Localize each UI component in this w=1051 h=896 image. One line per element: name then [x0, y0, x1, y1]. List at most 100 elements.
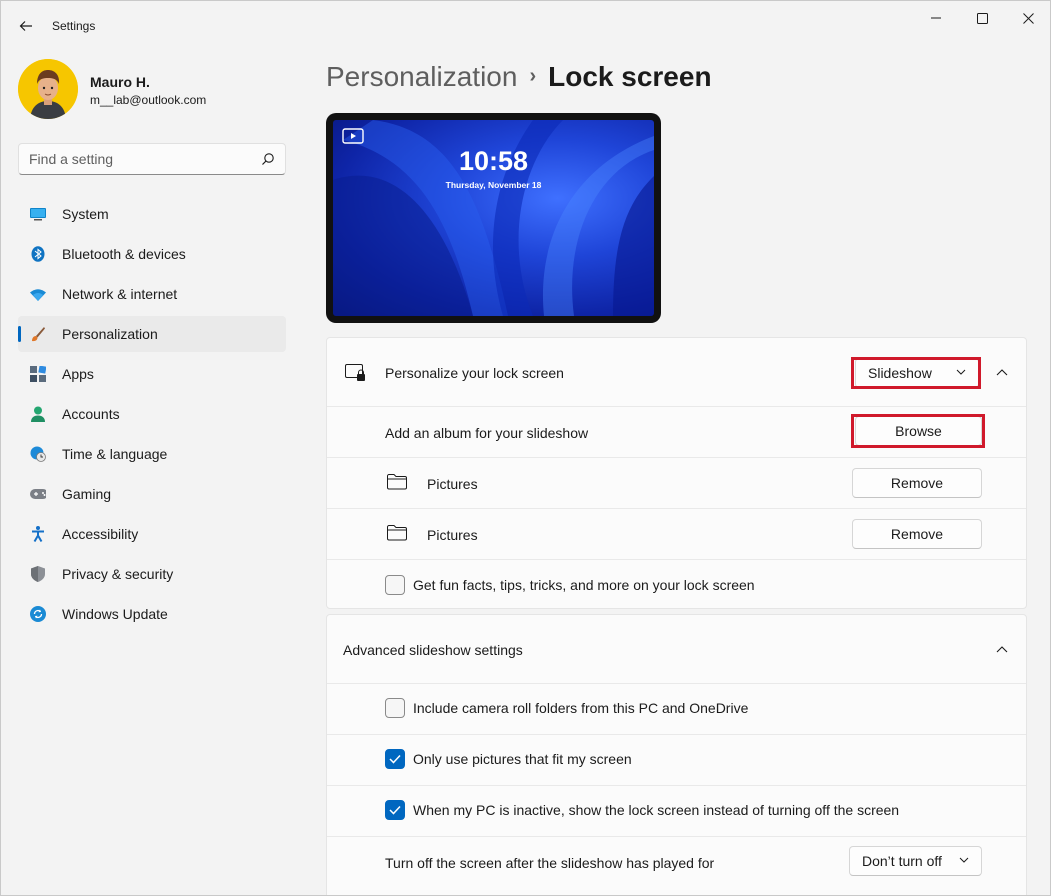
turn-off-screen-label: Turn off the screen after the slideshow …: [385, 855, 715, 871]
sidebar-item-system[interactable]: System: [18, 196, 286, 232]
folder-name: Pictures: [427, 476, 478, 492]
remove-folder-button[interactable]: Remove: [852, 468, 982, 498]
fit-screen-row: Only use pictures that fit my screen: [327, 734, 1026, 785]
camera-roll-row: Include camera roll folders from this PC…: [327, 683, 1026, 734]
sidebar-item-label: Accessibility: [62, 526, 139, 542]
sidebar-item-accounts[interactable]: Accounts: [18, 396, 286, 432]
avatar: [18, 59, 78, 119]
advanced-slideshow-card: Advanced slideshow settings Include came…: [326, 614, 1027, 895]
sidebar-item-network[interactable]: Network & internet: [18, 276, 286, 312]
highlight-box: [851, 414, 985, 448]
maximize-icon: [976, 12, 988, 24]
bluetooth-icon: [30, 246, 46, 262]
sidebar-item-label: Privacy & security: [62, 566, 174, 582]
user-profile[interactable]: Mauro H. m__lab@outlook.com: [18, 59, 288, 121]
fun-facts-label: Get fun facts, tips, tricks, and more on…: [413, 577, 755, 593]
sidebar-item-label: Bluetooth & devices: [62, 246, 186, 262]
update-icon: [30, 606, 46, 622]
fun-facts-row: Get fun facts, tips, tricks, and more on…: [327, 559, 1026, 610]
sidebar-item-label: Network & internet: [62, 286, 178, 302]
sidebar-item-label: System: [62, 206, 109, 222]
sidebar-item-label: Apps: [62, 366, 94, 382]
sidebar-item-accessibility[interactable]: Accessibility: [18, 516, 286, 552]
collapse-advanced-button[interactable]: [992, 639, 1012, 659]
chevron-up-icon: [996, 645, 1008, 652]
accessibility-icon: [30, 526, 46, 542]
fun-facts-checkbox[interactable]: [385, 575, 405, 595]
breadcrumb: Personalization › Lock screen: [326, 61, 712, 93]
fit-screen-checkbox[interactable]: [385, 749, 405, 769]
inactive-lock-row: When my PC is inactive, show the lock sc…: [327, 785, 1026, 836]
wifi-icon: [30, 286, 46, 302]
breadcrumb-parent-link[interactable]: Personalization: [326, 61, 517, 92]
sidebar-item-apps[interactable]: Apps: [18, 356, 286, 392]
folder-icon: [387, 525, 407, 541]
slideshow-icon: [342, 128, 364, 144]
globe-clock-icon: [30, 446, 46, 462]
sidebar-item-windows-update[interactable]: Windows Update: [18, 596, 286, 632]
gamepad-icon: [30, 486, 46, 502]
breadcrumb-separator: ›: [529, 65, 537, 87]
album-folder-row: Pictures Remove: [327, 457, 1026, 508]
app-title: Settings: [52, 19, 96, 33]
chevron-up-icon: [996, 368, 1008, 375]
inactive-lock-checkbox[interactable]: [385, 800, 405, 820]
folder-name: Pictures: [427, 527, 478, 543]
personalize-lock-screen-label: Personalize your lock screen: [385, 365, 564, 381]
search-icon[interactable]: [261, 152, 275, 166]
inactive-lock-label: When my PC is inactive, show the lock sc…: [413, 802, 900, 818]
profile-name: Mauro H.: [90, 74, 150, 90]
sidebar-item-personalization[interactable]: Personalization: [18, 316, 286, 352]
lock-screen-preview: 10:58 Thursday, November 18: [326, 113, 661, 323]
sidebar-item-label: Windows Update: [62, 606, 168, 622]
minimize-icon: [931, 17, 941, 19]
remove-folder-button[interactable]: Remove: [852, 519, 982, 549]
preview-time: 10:58: [458, 146, 529, 176]
brush-icon: [30, 326, 46, 342]
close-button[interactable]: [1005, 1, 1050, 35]
sidebar-item-gaming[interactable]: Gaming: [18, 476, 286, 512]
sidebar-item-label: Gaming: [62, 486, 112, 502]
highlight-box: [851, 357, 981, 389]
search-input[interactable]: [29, 144, 249, 174]
turn-off-screen-row: Turn off the screen after the slideshow …: [327, 836, 1026, 887]
sidebar-item-label: Time & language: [62, 446, 168, 462]
minimize-button[interactable]: [913, 1, 959, 35]
add-album-label: Add an album for your slideshow: [385, 425, 589, 441]
folder-icon: [387, 474, 407, 490]
sidebar-nav: System Bluetooth & devices Network & int…: [18, 196, 286, 636]
sidebar-item-label: Accounts: [62, 406, 120, 422]
preview-date: Thursday, November 18: [445, 180, 542, 190]
checkmark-icon: [389, 754, 401, 764]
avatar-illustration-icon: [18, 59, 78, 119]
dropdown-value: Don’t turn off: [862, 853, 942, 869]
person-icon: [30, 406, 46, 422]
advanced-header-label: Advanced slideshow settings: [343, 642, 523, 658]
back-button[interactable]: [11, 11, 41, 41]
collapse-lock-screen-button[interactable]: [992, 362, 1012, 382]
shield-icon: [30, 566, 46, 582]
search-box: [18, 143, 286, 175]
back-arrow-icon: [19, 21, 32, 31]
sidebar-item-label: Personalization: [62, 326, 158, 342]
fit-screen-label: Only use pictures that fit my screen: [413, 751, 632, 767]
apps-icon: [30, 366, 46, 382]
advanced-header-row[interactable]: Advanced slideshow settings: [327, 615, 1026, 683]
sidebar-item-time-language[interactable]: Time & language: [18, 436, 286, 472]
monitor-icon: [30, 206, 46, 222]
profile-email: m__lab@outlook.com: [90, 93, 207, 107]
title-bar: Settings: [1, 1, 1050, 49]
maximize-button[interactable]: [959, 1, 1005, 35]
sidebar-item-bluetooth[interactable]: Bluetooth & devices: [18, 236, 286, 272]
close-icon: [1022, 12, 1034, 24]
album-folder-row: Pictures Remove: [327, 508, 1026, 559]
sidebar-item-privacy[interactable]: Privacy & security: [18, 556, 286, 592]
checkmark-icon: [389, 805, 401, 815]
camera-roll-label: Include camera roll folders from this PC…: [413, 700, 749, 716]
camera-roll-checkbox[interactable]: [385, 698, 405, 718]
preview-wallpaper: 10:58 Thursday, November 18: [333, 120, 654, 316]
turn-off-duration-dropdown[interactable]: Don’t turn off: [849, 846, 982, 876]
settings-window: Settings Mauro H. m__lab@outlook.com Fin…: [0, 0, 1051, 896]
chevron-down-icon: [959, 857, 969, 863]
lock-screen-device-icon: [345, 364, 365, 381]
